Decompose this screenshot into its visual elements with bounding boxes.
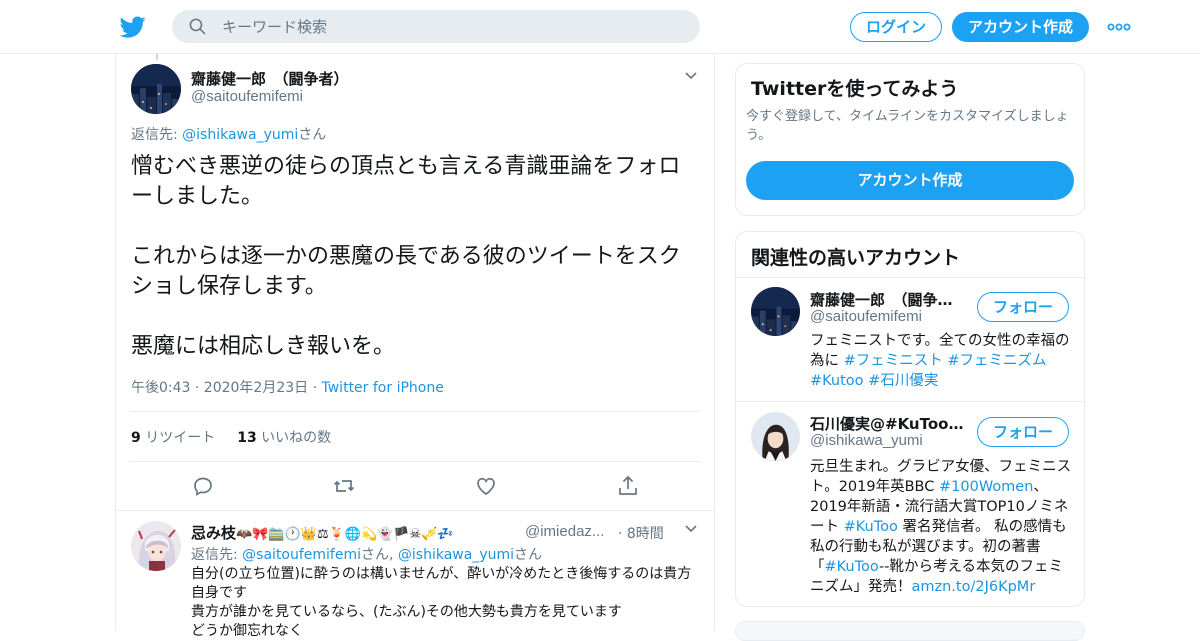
try-twitter-card: Twitterを使ってみよう 今すぐ登録して、タイムラインをカスタマイズしましょ… — [735, 63, 1085, 216]
divider — [736, 277, 1084, 278]
replying-mid: さん, — [361, 547, 398, 563]
reply-icon[interactable] — [191, 474, 215, 498]
next-card — [735, 621, 1085, 641]
signup-cta-button[interactable]: アカウント作成 — [746, 161, 1074, 200]
divider — [130, 461, 700, 462]
account-handle[interactable]: @saitoufemifemi — [810, 308, 922, 325]
tweet-stats: 9 リツイート 13 いいねの数 — [131, 427, 331, 447]
more-icon[interactable] — [1106, 17, 1132, 37]
replying-label: 返信先: — [191, 547, 243, 563]
chevron-down-icon[interactable] — [683, 68, 699, 84]
retweet-icon[interactable] — [332, 474, 356, 498]
account-name[interactable]: 石川優実@#KuToo署名 — [810, 413, 965, 434]
follow-button[interactable]: フォロー — [977, 292, 1069, 322]
retweet-label[interactable]: リツイート — [145, 430, 215, 446]
reply-author-emoji: 🦇🎀🚞🕐👑⚖🍹🌐💫👻🏴☠🎺💤 — [236, 527, 454, 542]
divider — [736, 401, 1084, 402]
hashtag-link[interactable]: #Kutoo — [810, 373, 864, 389]
replying-to: 返信先: @ishikawa_yumiさん — [131, 124, 326, 144]
hashtag-link[interactable]: #100Women — [939, 479, 1033, 495]
replying-suffix: さん — [514, 547, 543, 563]
search-box[interactable] — [172, 10, 700, 43]
reply-author-handle[interactable]: @imiedaz... — [525, 523, 604, 540]
divider — [130, 411, 700, 412]
account-avatar[interactable] — [751, 287, 800, 336]
related-title: 関連性の高いアカウント — [751, 247, 961, 269]
account-handle[interactable]: @ishikawa_yumi — [810, 432, 923, 449]
like-count[interactable]: 13 — [237, 430, 256, 446]
reply-author-name-text: 忌み枝 — [191, 524, 237, 542]
replying-to-link[interactable]: @saitoufemifemi — [242, 547, 361, 563]
twitter-bird-icon[interactable] — [120, 14, 146, 40]
main-column: 齋藤健一郎 （闘争者） @saitoufemifemi 返信先: @ishika… — [115, 54, 715, 639]
account-bio: フェミニストです。全ての女性の幸福の為に #フェミニスト #フェミニズム #Ku… — [810, 331, 1072, 391]
tweet-author-name[interactable]: 齋藤健一郎 （闘争者） — [191, 68, 349, 89]
tweet-author-handle[interactable]: @saitoufemifemi — [191, 88, 303, 105]
chevron-down-icon[interactable] — [683, 521, 699, 537]
hashtag-link[interactable]: #KuToo — [825, 559, 880, 575]
related-accounts-card: 関連性の高いアカウント 齋藤健一郎 （闘争者） @saitoufemifemi … — [735, 231, 1085, 607]
account-name[interactable]: 齋藤健一郎 （闘争者） — [810, 289, 965, 310]
follow-button[interactable]: フォロー — [977, 417, 1069, 447]
avatar[interactable] — [131, 64, 181, 114]
account-avatar[interactable] — [751, 412, 800, 461]
try-card-title: Twitterを使ってみよう — [751, 78, 959, 100]
like-label[interactable]: いいねの数 — [261, 430, 331, 446]
search-input[interactable] — [222, 10, 682, 43]
hashtag-link[interactable]: #KuToo — [844, 519, 898, 535]
hashtag-link[interactable]: #フェミニスト — [844, 353, 943, 369]
reply-author-name[interactable]: 忌み枝🦇🎀🚞🕐👑⚖🍹🌐💫👻🏴☠🎺💤 — [191, 522, 454, 543]
tweet-timestamp[interactable]: 午後0:43 · 2020年2月23日 · — [131, 380, 322, 396]
reply-time[interactable]: · 8時間 — [618, 523, 664, 543]
reply-avatar[interactable] — [131, 521, 181, 571]
retweet-count[interactable]: 9 — [131, 430, 141, 446]
replying-suffix: さん — [298, 127, 327, 143]
thread-line — [156, 54, 158, 60]
replying-to-link[interactable]: @ishikawa_yumi — [398, 547, 514, 563]
top-bar: ログイン アカウント作成 — [0, 0, 1200, 54]
divider — [116, 510, 714, 511]
tweet-text: 憎むべき悪逆の徒らの頂点とも言える青識亜論をフォローしました。 これからは逐一か… — [131, 154, 681, 359]
try-card-desc: 今すぐ登録して、タイムラインをカスタマイズしましょう。 — [746, 109, 1069, 143]
account-bio: 元旦生まれ。グラビア女優、フェミニスト。2019年英BBC #100Women、… — [810, 457, 1072, 597]
signup-button[interactable]: アカウント作成 — [952, 12, 1089, 42]
reply-replying-to: 返信先: @saitoufemifemiさん, @ishikawa_yumiさん — [191, 544, 542, 564]
tweet-meta: 午後0:43 · 2020年2月23日 · Twitter for iPhone — [131, 377, 444, 397]
replying-label: 返信先: — [131, 127, 183, 143]
tweet-source[interactable]: Twitter for iPhone — [322, 380, 444, 396]
hashtag-link[interactable]: #フェミニズム — [947, 353, 1046, 369]
like-icon[interactable] — [474, 474, 498, 498]
login-button[interactable]: ログイン — [850, 12, 942, 42]
bio-link[interactable]: amzn.to/2J6KpMr — [912, 579, 1036, 595]
search-icon — [189, 18, 206, 35]
share-icon[interactable] — [616, 474, 640, 498]
replying-to-link[interactable]: @ishikawa_yumi — [182, 127, 298, 143]
hashtag-link[interactable]: #石川優実 — [868, 373, 938, 389]
